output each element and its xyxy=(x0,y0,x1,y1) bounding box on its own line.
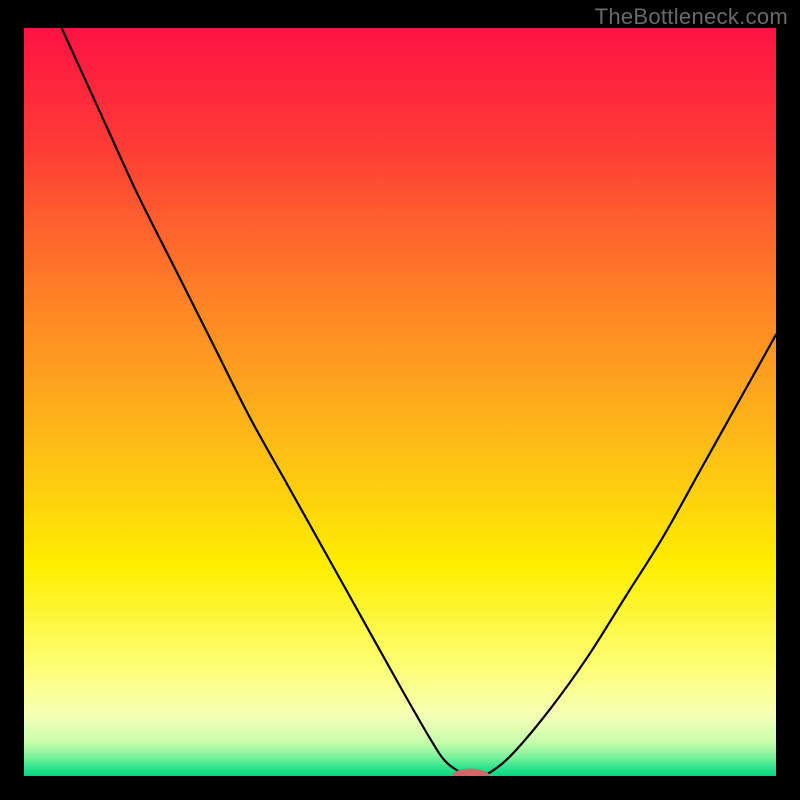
watermark-text: TheBottleneck.com xyxy=(595,4,788,30)
chart-frame: TheBottleneck.com xyxy=(0,0,800,800)
plot-area xyxy=(24,28,776,776)
bottleneck-plot xyxy=(24,28,776,776)
gradient-background xyxy=(24,28,776,776)
